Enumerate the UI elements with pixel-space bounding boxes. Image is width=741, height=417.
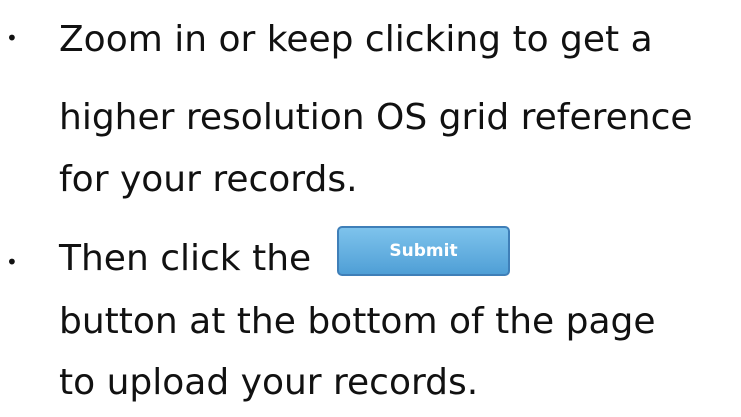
instruction-text: Zoom in or keep clicking to get a (59, 19, 653, 60)
instruction-text: Then click the (59, 238, 312, 279)
bullet-marker: • (6, 26, 18, 50)
instruction-text: for your records. (59, 159, 358, 200)
instruction-text: to upload your records. (59, 362, 479, 403)
submit-button[interactable]: Submit (337, 226, 510, 276)
instruction-text: button at the bottom of the page (59, 301, 656, 342)
instruction-text: higher resolution OS grid reference (59, 97, 693, 138)
bullet-marker: • (6, 250, 18, 274)
instructions-slide: • Zoom in or keep clicking to get a high… (0, 0, 741, 417)
